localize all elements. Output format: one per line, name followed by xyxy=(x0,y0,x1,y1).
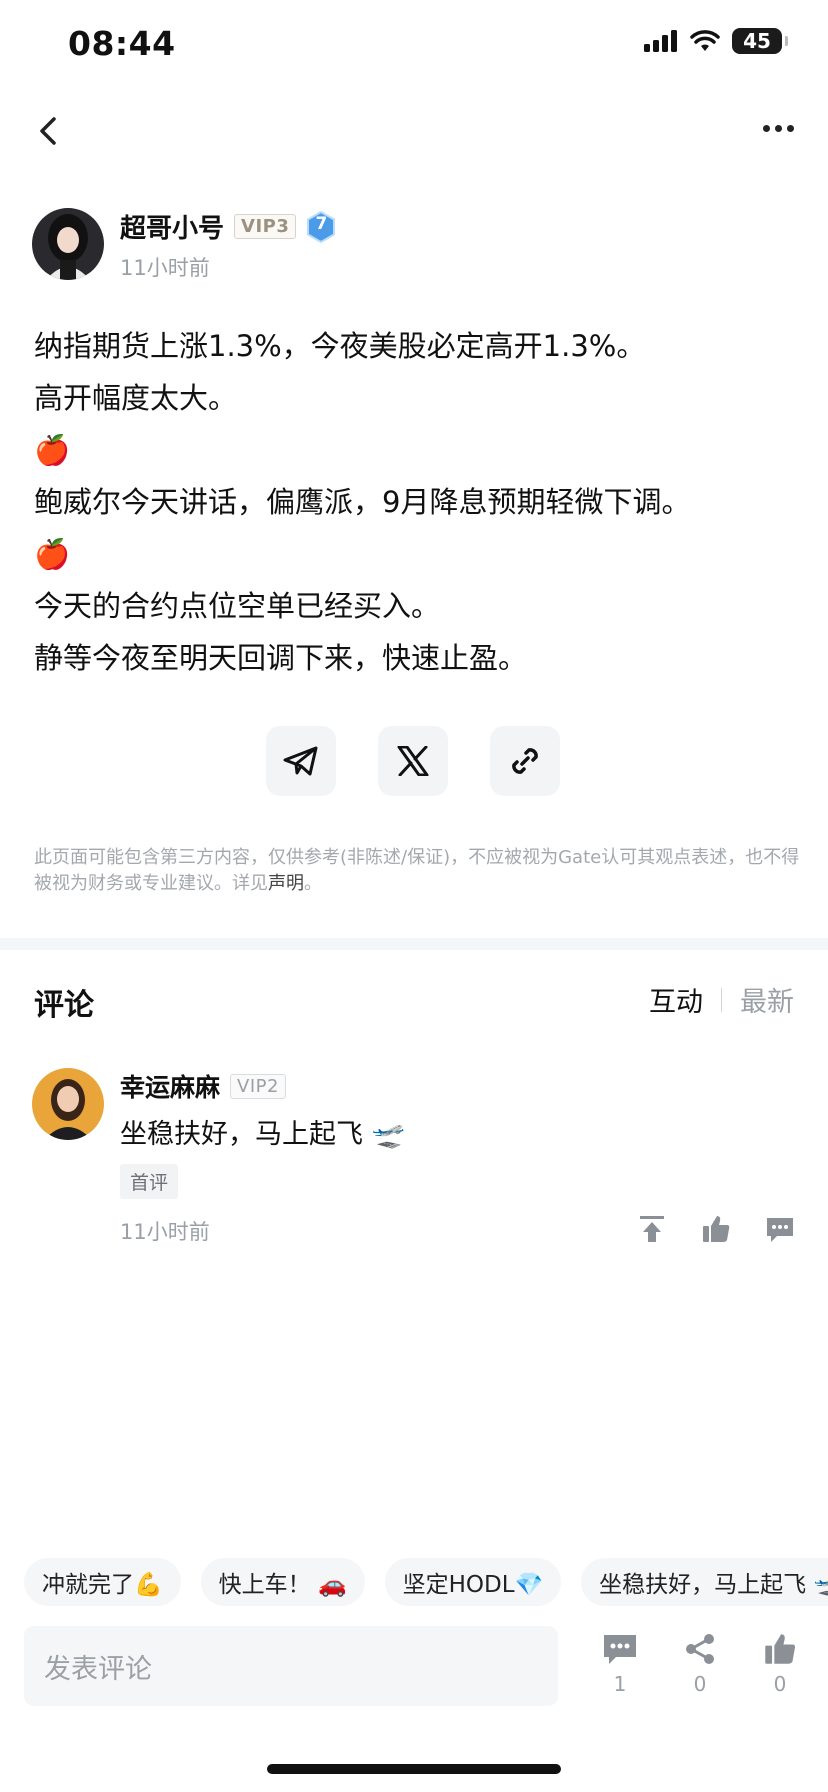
status-time: 08:44 xyxy=(68,24,176,63)
vip-badge: VIP3 xyxy=(234,214,297,239)
home-indicator xyxy=(267,1764,561,1774)
bottom-like-button[interactable]: 0 xyxy=(752,1632,808,1696)
post-body: 纳指期货上涨1.3%，今夜美股必定高开1.3%。 高开幅度太大。 🍎 鲍威尔今天… xyxy=(34,320,804,684)
battery-level: 45 xyxy=(743,29,771,53)
quick-reply-chip[interactable]: 快上车！ 🚗 xyxy=(200,1558,365,1606)
level-number: 7 xyxy=(315,213,328,234)
post-time: 11小时前 xyxy=(120,256,210,280)
post-line: 高开幅度太大。 xyxy=(34,381,238,415)
status-icons: 45 xyxy=(644,28,788,54)
bottom-share-button[interactable]: 0 xyxy=(672,1632,728,1696)
comments-title: 评论 xyxy=(34,988,94,1023)
post-line: 今天的合约点位空单已经买入。 xyxy=(34,589,441,623)
signal-icon xyxy=(644,30,677,52)
level-badge-icon: 7 xyxy=(306,210,336,243)
copy-link-button[interactable] xyxy=(490,726,560,796)
quick-reply-chip[interactable]: 冲就完了💪 xyxy=(24,1558,181,1606)
share-x-button[interactable] xyxy=(378,726,448,796)
pin-top-icon[interactable] xyxy=(637,1214,667,1244)
post-line: 纳指期货上涨1.3%，今夜美股必定高开1.3%。 xyxy=(34,329,646,363)
commenter-avatar[interactable] xyxy=(32,1068,104,1140)
link-icon xyxy=(512,748,538,774)
disclaimer-link[interactable]: 声明 xyxy=(268,873,304,894)
more-options-icon[interactable] xyxy=(763,125,794,132)
apple-emoji: 🍎 xyxy=(34,433,71,467)
comment-text: 坐稳扶好，马上起飞 🛫 xyxy=(120,1119,406,1150)
bottom-comment-button[interactable]: 1 xyxy=(592,1632,648,1696)
first-comment-tag: 首评 xyxy=(120,1164,179,1199)
section-divider xyxy=(0,938,828,950)
back-icon[interactable] xyxy=(36,114,62,148)
x-icon xyxy=(397,746,429,776)
wifi-icon xyxy=(690,30,720,51)
comment-count: 1 xyxy=(613,1672,627,1696)
comment-like-icon[interactable] xyxy=(701,1214,731,1244)
commenter-vip-badge: VIP2 xyxy=(230,1073,286,1099)
quick-replies: 冲就完了💪 快上车！ 🚗 坚定HODL💎 坐稳扶好，马上起飞 🛫 xyxy=(24,1558,828,1606)
comment-author-row: 幸运麻麻 VIP2 xyxy=(120,1068,286,1104)
like-count: 0 xyxy=(773,1672,787,1696)
author-row: 超哥小号 VIP3 7 xyxy=(120,208,336,245)
share-telegram-button[interactable] xyxy=(266,726,336,796)
disclaimer: 此页面可能包含第三方内容，仅供参考(非陈述/保证)，不应被视为Gate认可其观点… xyxy=(34,845,804,897)
sort-separator xyxy=(721,987,722,1012)
author-avatar[interactable] xyxy=(32,208,104,280)
quick-reply-chip[interactable]: 坚定HODL💎 xyxy=(384,1558,562,1606)
comment-input[interactable]: 发表评论 xyxy=(24,1626,558,1706)
post-line: 鲍威尔今天讲话，偏鹰派，9月降息预期轻微下调。 xyxy=(34,485,691,519)
sort-latest-tab[interactable]: 最新 xyxy=(740,980,794,1019)
share-count: 0 xyxy=(693,1672,707,1696)
comment-sort: 互动 最新 xyxy=(649,980,794,1019)
comment-icon xyxy=(604,1635,636,1664)
post-line: 静等今夜至明天回调下来，快速止盈。 xyxy=(34,641,528,675)
telegram-icon xyxy=(283,746,318,776)
apple-emoji: 🍎 xyxy=(34,537,71,571)
share-icon xyxy=(686,1634,714,1664)
sort-interactive-tab[interactable]: 互动 xyxy=(649,980,703,1019)
quick-reply-chip[interactable]: 坐稳扶好，马上起飞 🛫 xyxy=(581,1558,828,1606)
like-icon xyxy=(765,1634,796,1664)
disclaimer-end: 。 xyxy=(304,873,322,894)
reply-icon[interactable] xyxy=(765,1214,795,1244)
comment-time: 11小时前 xyxy=(120,1220,210,1244)
disclaimer-text: 此页面可能包含第三方内容，仅供参考(非陈述/保证)，不应被视为Gate认可其观点… xyxy=(34,847,800,894)
commenter-name[interactable]: 幸运麻麻 xyxy=(120,1068,220,1104)
battery-icon: 45 xyxy=(732,28,788,54)
author-name[interactable]: 超哥小号 xyxy=(120,208,224,245)
